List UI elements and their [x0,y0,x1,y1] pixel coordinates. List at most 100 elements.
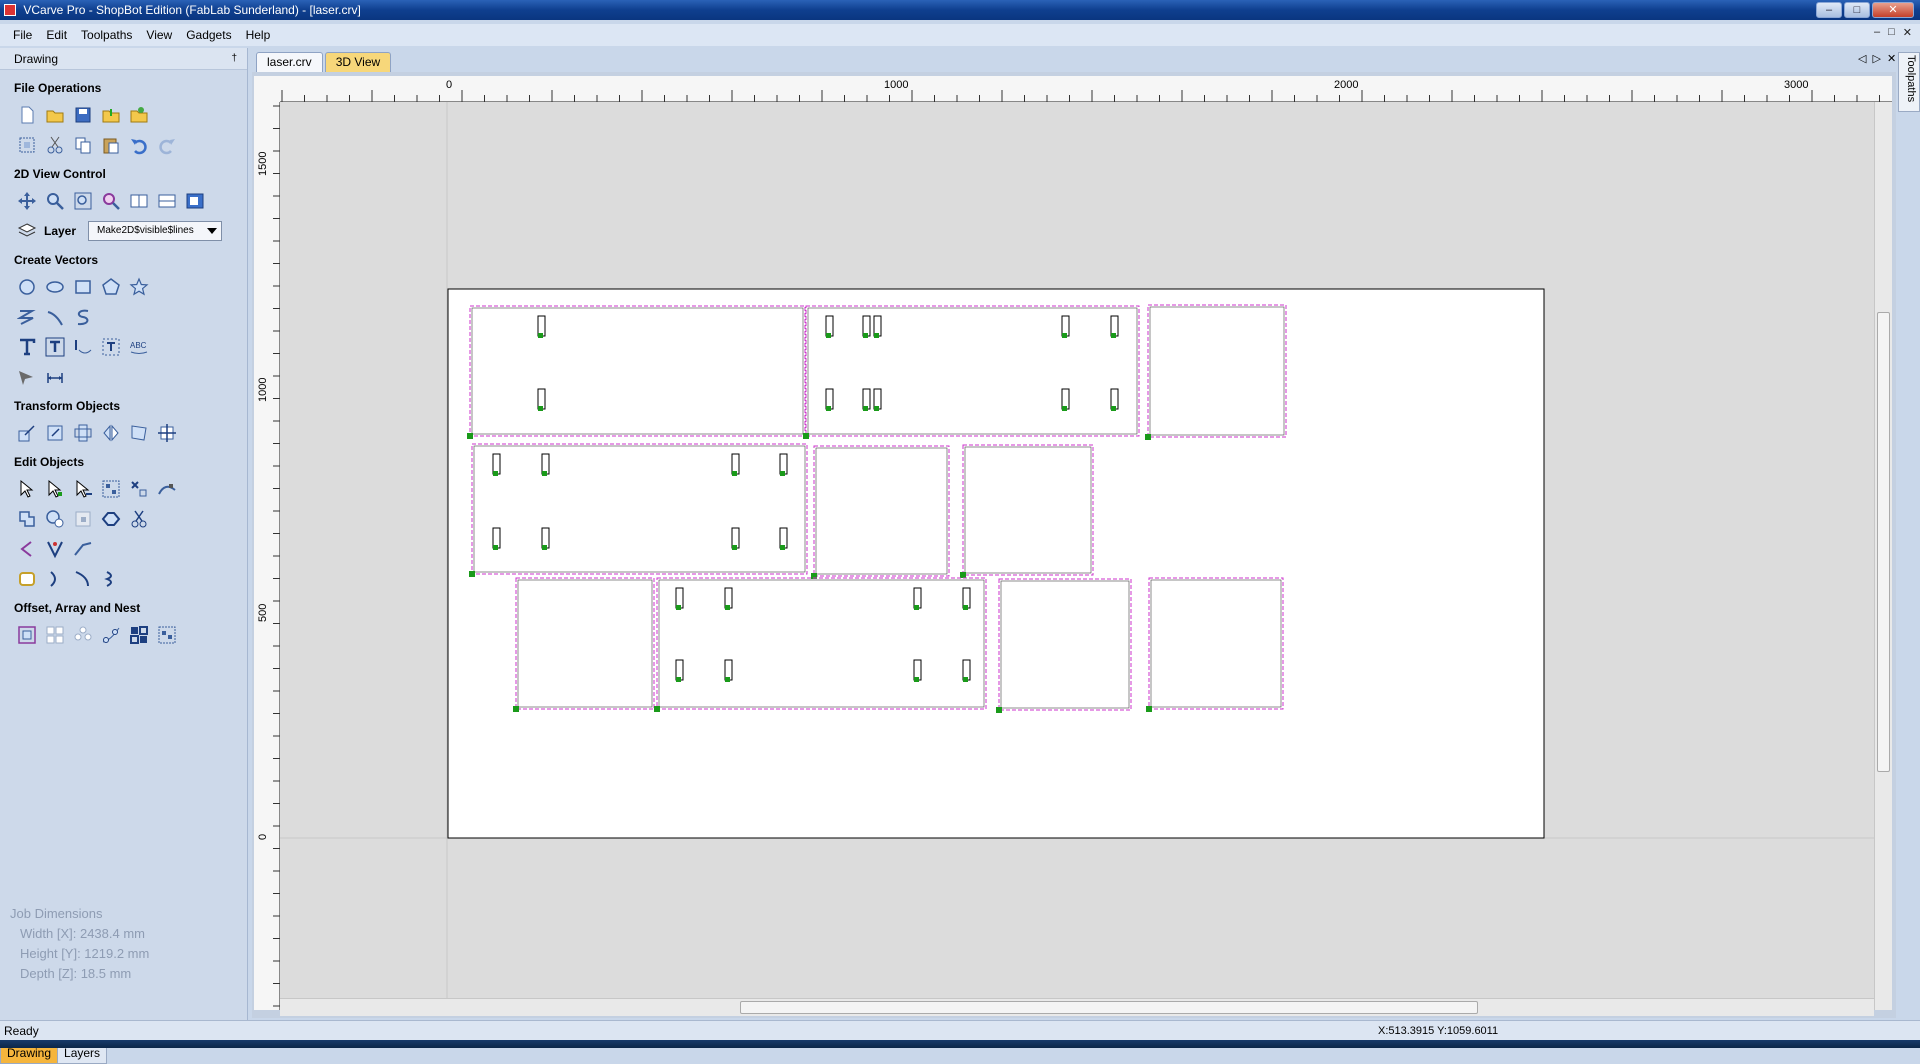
pan-icon[interactable] [16,190,38,212]
start-node [803,433,809,439]
next-doc-button[interactable]: ▷ [1872,52,1880,65]
circular-array-icon[interactable] [72,624,94,646]
scale-icon[interactable] [44,422,66,444]
restore-button[interactable]: □ [1844,2,1870,18]
tab-laser-crv[interactable]: laser.crv [256,52,323,72]
view-layout-a-icon[interactable] [128,190,150,212]
horizontal-scrollbar[interactable] [280,998,1874,1016]
join-vectors-icon[interactable] [156,478,178,500]
slot-node [1062,333,1067,338]
close-vectors-icon[interactable] [16,568,38,590]
split-icon[interactable] [100,568,122,590]
toolpaths-side-tab[interactable]: Toolpaths [1898,52,1920,112]
node-edit-icon[interactable] [44,478,66,500]
open-file-icon[interactable] [44,104,66,126]
star-icon[interactable] [128,276,150,298]
slot-node [538,406,543,411]
offset-icon[interactable] [16,624,38,646]
start-node [996,707,1002,713]
vertical-scrollbar[interactable] [1874,102,1892,1010]
text-spacing-abc-icon[interactable]: ABC [128,336,150,358]
weld-icon[interactable] [16,508,38,530]
redo-icon[interactable] [156,134,178,156]
pin-icon[interactable]: † [231,48,237,70]
group-icon[interactable] [100,478,122,500]
menu-file[interactable]: File [6,28,39,42]
start-node [960,572,966,578]
zoom-box-icon[interactable] [44,190,66,212]
import-vectors-icon[interactable] [100,104,122,126]
close-doc-button[interactable]: ✕ [1887,52,1896,65]
window-title: VCarve Pro - ShopBot Edition (FabLab Sun… [23,3,361,17]
horizontal-scroll-thumb[interactable] [740,1001,1478,1014]
dogbone-icon[interactable] [44,538,66,560]
drawing-canvas[interactable] [280,102,1892,1010]
auto-layout-text-icon[interactable] [44,336,66,358]
polyline-icon[interactable] [16,306,38,328]
curve-fit-icon[interactable] [16,538,38,560]
intersect-icon[interactable] [72,508,94,530]
prev-doc-button[interactable]: ◁ [1858,52,1866,65]
trace-bitmap-icon[interactable] [16,366,38,388]
ungroup-icon[interactable] [128,478,150,500]
view-layout-c-icon[interactable] [184,190,206,212]
bezier-icon[interactable] [72,306,94,328]
circle-icon[interactable] [16,276,38,298]
subtract-icon[interactable] [44,508,66,530]
menu-edit[interactable]: Edit [39,28,74,42]
menu-gadgets[interactable]: Gadgets [179,28,238,42]
layer-select[interactable]: Make2D$visible$lines [88,221,223,241]
tab-3d-view[interactable]: 3D View [324,52,392,72]
copy-icon[interactable] [72,134,94,156]
paste-icon[interactable] [100,134,122,156]
nest-parts-icon[interactable] [128,624,150,646]
copy-along-vectors-icon[interactable] [100,624,122,646]
cut-icon[interactable] [44,134,66,156]
text-icon[interactable] [16,336,38,358]
new-file-icon[interactable] [16,104,38,126]
align-icon[interactable] [156,422,178,444]
drawing-panel: Drawing † File Operations 2D View Contro… [0,48,248,1064]
rectangle-icon[interactable] [72,276,94,298]
menu-toolpaths[interactable]: Toolpaths [74,28,139,42]
smooth-icon[interactable] [72,538,94,560]
start-node [654,706,660,712]
mirror-icon[interactable] [100,422,122,444]
job-setup-icon[interactable] [16,134,38,156]
interactive-select-icon[interactable] [72,478,94,500]
move-icon[interactable] [16,422,38,444]
menu-view[interactable]: View [139,28,179,42]
menu-help[interactable]: Help [239,28,278,42]
mdi-restore-button[interactable]: □ [1888,26,1895,39]
import-bitmap-icon[interactable] [128,104,150,126]
extend-icon[interactable] [44,568,66,590]
zoom-selected-icon[interactable] [100,190,122,212]
adjust-text-spacing-icon[interactable] [100,336,122,358]
arc-icon[interactable] [44,306,66,328]
save-file-icon[interactable] [72,104,94,126]
mdi-controls: – □ ✕ [1874,26,1912,39]
view-layout-b-icon[interactable] [156,190,178,212]
zoom-all-icon[interactable] [72,190,94,212]
close-button[interactable]: ✕ [1872,2,1914,18]
rotate-icon[interactable] [72,422,94,444]
hruler-label-0: 0 [446,79,452,91]
text-on-curve-icon[interactable] [72,336,94,358]
select-icon[interactable] [16,478,38,500]
distort-icon[interactable] [128,422,150,444]
trim-icon[interactable] [128,508,150,530]
vertical-scroll-thumb[interactable] [1877,312,1890,772]
polygon-icon[interactable] [100,276,122,298]
fillet-icon[interactable] [100,508,122,530]
undo-icon[interactable] [128,134,150,156]
minimize-button[interactable]: – [1816,2,1842,18]
mdi-minimize-button[interactable]: – [1874,26,1880,39]
cursor-coordinates: X:513.3915 Y:1059.6011 [1378,1025,1499,1037]
vruler-label-1500: 1500 [257,152,269,176]
nest-parts-b-icon[interactable] [156,624,178,646]
mdi-close-button[interactable]: ✕ [1903,26,1912,39]
tangent-icon[interactable] [72,568,94,590]
ellipse-icon[interactable] [44,276,66,298]
dimension-icon[interactable] [44,366,66,388]
array-copy-icon[interactable] [44,624,66,646]
